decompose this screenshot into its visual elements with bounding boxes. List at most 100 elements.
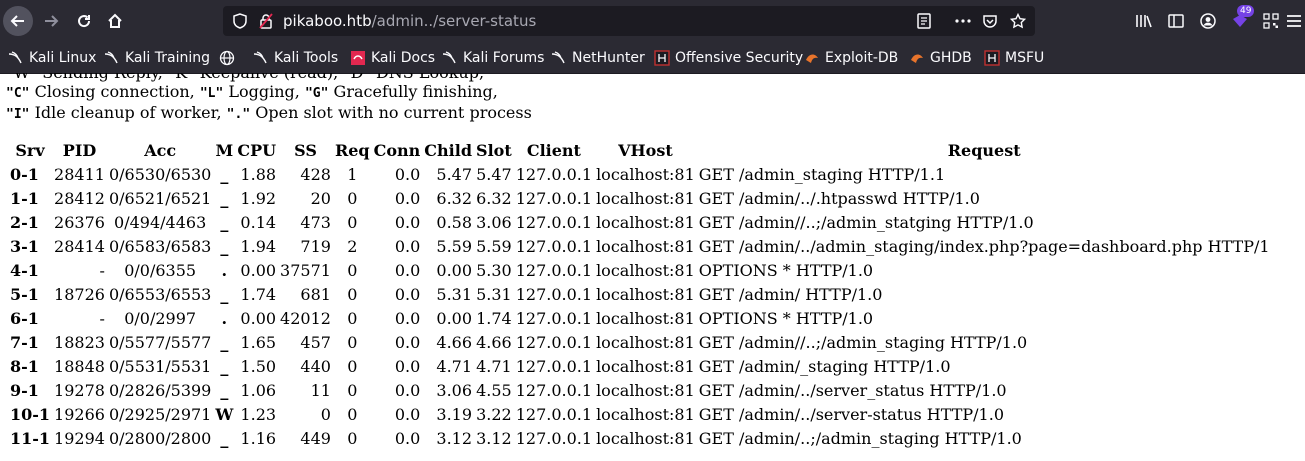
cell-ss: 457 [300,332,331,352]
cell-slot: 3.22 [476,404,512,424]
cell-pid: - [99,260,105,280]
reader-view-icon[interactable] [915,12,933,30]
cell-vhost: localhost:81 [596,188,695,208]
bookmark-label: NetHunter [572,50,645,66]
kali-docs-icon [351,51,365,65]
sidebar-icon[interactable] [1164,9,1188,33]
cell-request: GET /admin/../.htpasswd HTTP/1.0 [698,188,980,208]
shield-icon[interactable] [231,12,249,30]
bookmark-nethunter[interactable]: NetHunter [551,48,645,68]
column-header: PID [62,140,97,160]
cell-client: 127.0.0.1 [515,332,593,352]
cell-child: 4.66 [436,332,473,352]
cell-child: 6.32 [436,188,473,208]
cell-request: GET /admin/../server_status HTTP/1.0 [698,380,1007,400]
url-bar[interactable]: pikaboo.htb/admin../server-status [223,6,1035,36]
column-header: M [215,140,234,160]
table-row: 5-1 18726 0/6553/6553 _ 1.74 681 0 0.0 5.31 5.31 1… [8,282,1272,306]
account-icon[interactable] [1196,9,1220,33]
cell-child: 5.59 [436,236,473,256]
cell-client: 127.0.0.1 [515,428,593,448]
bookmark-label: Kali Docs [371,50,436,66]
cell-cpu: 1.92 [240,188,277,208]
more-actions-icon[interactable] [954,12,972,30]
bookmark-label: Exploit-DB [825,50,899,66]
forward-button[interactable] [36,6,66,36]
back-button[interactable] [3,6,33,36]
cell-vhost: localhost:81 [596,332,695,352]
cell-pid: 19294 [54,428,105,448]
cell-client: 127.0.0.1 [515,260,593,280]
cell-conn: 0.0 [394,332,421,352]
bookmark-ghdb[interactable]: GHDB [909,48,972,68]
pocket-icon[interactable] [981,12,999,30]
cell-req: 0 [347,188,358,208]
legend-text: Open slot with no current process [250,103,532,122]
table-body: 0-1 28411 0/6530/6530 _ 1.88 428 1 0.0 5.47 5.47 1… [8,162,1272,450]
bookmark-globe[interactable] [219,48,240,68]
cell-pid: 28414 [54,236,105,256]
library-icon[interactable] [1132,9,1156,33]
cell-slot: 4.55 [476,380,512,400]
table-row: 0-1 28411 0/6530/6530 _ 1.88 428 1 0.0 5.47 5.47 1… [8,162,1272,186]
cell-request: GET /admin/../admin_staging/index.php?pa… [698,236,1270,256]
bookmark-kali-training[interactable]: Kali Training [104,48,210,68]
cell-pid: 18726 [54,284,105,304]
cell-acc: 0/6583/6583 [108,236,212,256]
reload-button[interactable] [69,6,99,36]
cell-conn: 0.0 [394,380,421,400]
qr-code-icon[interactable] [1259,9,1283,33]
bookmark-kali-linux[interactable]: Kali Linux [8,48,96,68]
cell-conn: 0.0 [394,212,421,232]
cell-srv: 11-1 [10,428,51,448]
bookmark-kali-forums[interactable]: Kali Forums [442,48,544,68]
cell-srv: 4-1 [10,260,39,280]
cell-pid: 28412 [54,188,105,208]
cell-request: OPTIONS * HTTP/1.0 [698,308,874,328]
bookmark-kali-docs[interactable]: Kali Docs [350,48,435,68]
cell-acc: 0/2925/2971 [108,404,212,424]
cell-cpu: 1.50 [240,356,277,376]
url-text[interactable]: pikaboo.htb/admin../server-status [283,12,536,30]
cell-acc: 0/494/4463 [114,212,207,232]
cell-srv: 1-1 [10,188,39,208]
cell-pid: 26376 [54,212,105,232]
bookmark-msfu[interactable]: MSFU [984,48,1044,68]
cell-vhost: localhost:81 [596,308,695,328]
cell-client: 127.0.0.1 [515,380,593,400]
cell-slot: 5.31 [476,284,512,304]
page-content: "W" Sending Reply, "K" Keepalive (read),… [0,73,1305,461]
bookmark-exploit-db[interactable]: Exploit-DB [804,48,898,68]
cell-vhost: localhost:81 [596,380,695,400]
kali-dragon-icon [8,51,22,64]
cell-ss: 37571 [280,260,331,280]
menu-icon[interactable] [1285,9,1303,33]
home-button[interactable] [100,6,130,36]
bookmark-kali-tools[interactable]: Kali Tools [253,48,338,68]
globe-icon [219,50,235,66]
cell-cpu: 1.74 [240,284,277,304]
bookmark-label: Offensive Security [675,50,804,66]
cell-req: 0 [347,308,358,328]
table-row: 10-1 19266 0/2925/2971 W 1.23 0 0 0.0 3.19 3.22 12… [8,402,1272,426]
cell-mode: . [221,260,228,280]
cell-cpu: 0.14 [240,212,277,232]
cell-srv: 3-1 [10,236,39,256]
home-icon [108,13,122,28]
arrow-right-icon [45,15,59,27]
cell-req: 0 [347,332,358,352]
cell-vhost: localhost:81 [596,164,695,184]
bookmark-label: Kali Forums [463,50,545,66]
cell-pid: 18848 [54,356,105,376]
cell-conn: 0.0 [394,356,421,376]
cell-mode: _ [220,284,229,304]
table-row: 2-1 26376 0/494/4463 _ 0.14 473 0 0.0 0.58 3.06 12… [8,210,1272,234]
legend-line: "I" Idle cleanup of worker, "." Open slo… [6,103,532,124]
cell-pid: - [99,308,105,328]
cell-cpu: 1.65 [240,332,277,352]
bookmark-star-icon[interactable] [1009,12,1027,30]
bookmark-offensive-security[interactable]: Offensive Security [654,48,803,68]
cell-vhost: localhost:81 [596,260,695,280]
insecure-lock-icon[interactable] [257,12,275,30]
cell-child: 3.06 [436,380,473,400]
